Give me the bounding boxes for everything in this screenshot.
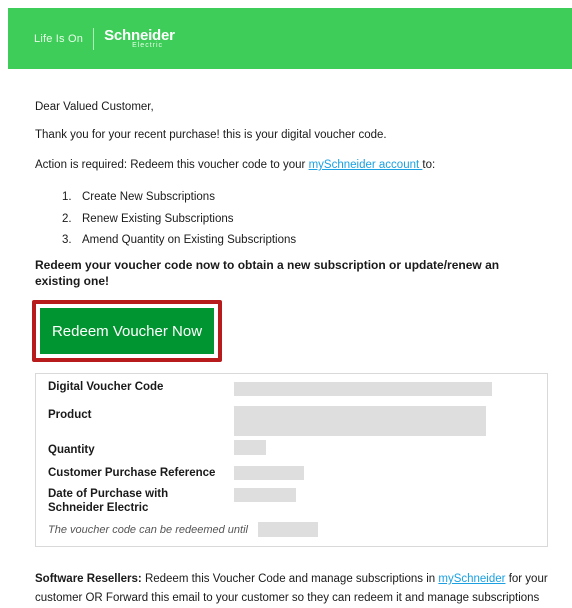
redeem-note: Redeem your voucher code now to obtain a… xyxy=(35,258,500,288)
purchase-reference-value xyxy=(234,466,304,480)
action-text: Action is required: Redeem this voucher … xyxy=(35,159,435,171)
email-body: Life Is On Schneider Electric Dear Value… xyxy=(0,8,572,606)
reseller-note: Software Resellers: Redeem this Voucher … xyxy=(35,570,565,608)
step-text: Amend Quantity on Existing Subscriptions xyxy=(82,234,297,246)
voucher-code-value xyxy=(234,382,492,396)
list-item: 2. Renew Existing Subscriptions xyxy=(62,213,296,235)
purchase-date-value xyxy=(234,488,296,502)
steps-list: 1. Create New Subscriptions 2. Renew Exist… xyxy=(62,191,296,256)
step-text: Renew Existing Subscriptions xyxy=(82,212,234,225)
logo-divider xyxy=(93,27,95,50)
logo-sub-text: Electric xyxy=(132,42,164,49)
reseller-text-1: Redeem this Voucher Code and manage subs… xyxy=(141,573,439,585)
redeem-until-date xyxy=(258,522,318,537)
myschneider-account-link[interactable]: mySchneider account xyxy=(309,159,423,171)
step-text: Create New Subscriptions xyxy=(82,191,215,203)
step-number: 3. xyxy=(62,234,72,246)
quantity-value xyxy=(234,440,266,455)
brand-header: Life Is On Schneider Electric xyxy=(8,8,572,69)
product-label: Product xyxy=(48,409,92,421)
action-prefix: Action is required: Redeem this voucher … xyxy=(35,159,309,171)
redeem-voucher-button[interactable]: Redeem Voucher Now xyxy=(40,308,214,354)
voucher-details-box: Digital Voucher Code Product Quantity Cu… xyxy=(35,373,548,547)
purchase-date-label: Date of Purchase with Schneider Electric xyxy=(48,488,169,514)
quantity-label: Quantity xyxy=(48,444,95,456)
product-value xyxy=(234,406,486,436)
logo-main-text: Schneider xyxy=(104,27,175,44)
intro-text: Thank you for your recent purchase! this… xyxy=(35,129,387,141)
action-suffix: to: xyxy=(422,159,436,171)
myschneider-link[interactable]: mySchneider xyxy=(438,573,505,585)
step-number: 2. xyxy=(62,212,72,225)
list-item: 1. Create New Subscriptions xyxy=(62,191,296,213)
tagline: Life Is On xyxy=(34,32,84,45)
list-item: 3. Amend Quantity on Existing Subscriptio… xyxy=(62,234,296,256)
reseller-label: Software Resellers: xyxy=(35,573,142,585)
schneider-logo: Schneider Electric xyxy=(104,28,175,49)
step-number: 1. xyxy=(62,191,72,203)
purchase-reference-label: Customer Purchase Reference xyxy=(48,467,216,479)
voucher-code-label: Digital Voucher Code xyxy=(48,381,164,393)
redeem-until-note: The voucher code can be redeemed until xyxy=(48,524,248,536)
greeting: Dear Valued Customer, xyxy=(35,101,154,113)
